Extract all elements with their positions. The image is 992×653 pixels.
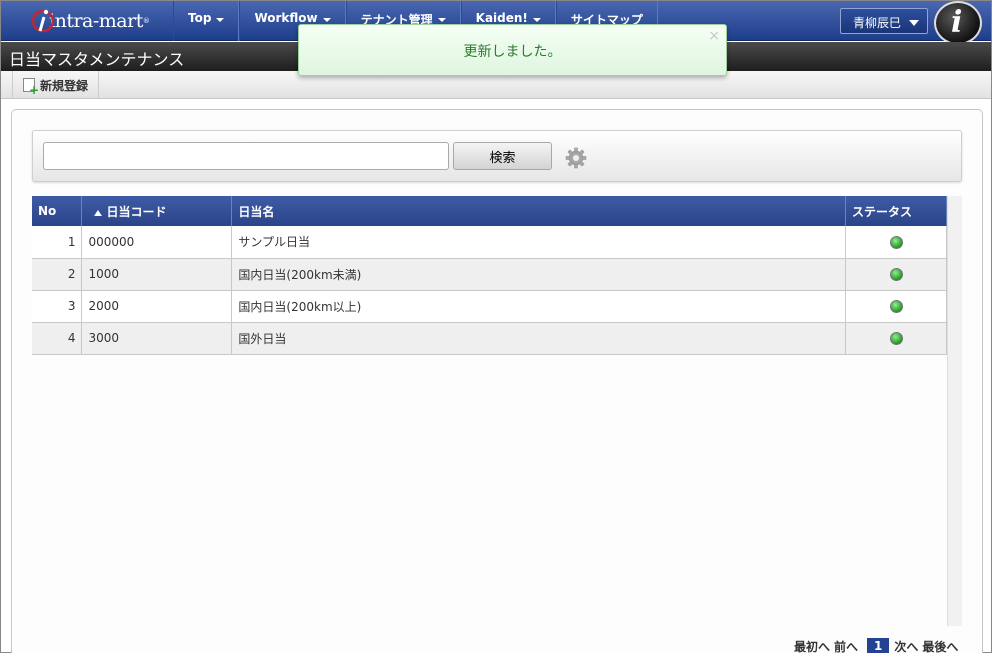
new-registration-label: 新規登録 <box>40 79 89 93</box>
status-active-icon <box>889 300 903 313</box>
row-status <box>845 322 947 355</box>
pager-next[interactable]: 次へ <box>894 638 918 653</box>
nav-top-label: Top <box>188 11 212 25</box>
pagination: 最初へ 前へ 1 次へ 最後へ <box>794 637 962 653</box>
status-active-icon <box>889 268 903 281</box>
new-document-icon <box>23 78 39 97</box>
toast-message: 更新しました。 <box>463 44 562 60</box>
logo-registered-mark: ® <box>142 17 150 25</box>
table-row[interactable]: 2 1000 国内日当(200km未満) <box>32 258 947 291</box>
row-no: 2 <box>32 258 83 291</box>
status-active-icon <box>889 235 903 249</box>
row-code: 3000 <box>81 322 233 355</box>
column-header-no[interactable]: No <box>32 196 83 226</box>
nav-workflow-label: Workflow <box>254 11 318 25</box>
table-row[interactable]: 3 2000 国内日当(200km以上) <box>32 290 947 323</box>
info-icon[interactable]: i <box>934 1 982 45</box>
sort-ascending-icon <box>94 209 103 216</box>
row-no: 1 <box>32 226 83 259</box>
search-input[interactable] <box>43 142 449 170</box>
column-header-code[interactable]: 日当コード <box>81 196 233 226</box>
pager-current-page[interactable]: 1 <box>867 638 890 653</box>
info-icon-letter: i <box>951 5 963 40</box>
row-code: 2000 <box>81 290 233 323</box>
user-name: 青柳辰巳 <box>853 16 902 30</box>
logo-i-icon <box>31 9 55 33</box>
column-header-code-label: 日当コード <box>106 204 167 219</box>
table-vertical-scrollbar[interactable] <box>947 196 962 626</box>
row-code: 000000 <box>81 226 233 259</box>
row-status <box>845 226 947 259</box>
chevron-down-icon <box>437 18 446 22</box>
table-row[interactable]: 4 3000 国外日当 <box>32 322 947 355</box>
row-status <box>845 290 947 323</box>
search-button[interactable]: 検索 <box>453 142 552 170</box>
table-header-row: No 日当コード 日当名 ステータス <box>32 196 947 226</box>
chevron-down-icon <box>322 18 331 22</box>
gear-icon[interactable] <box>565 147 587 169</box>
pager-prev[interactable]: 前へ <box>834 638 858 653</box>
content-panel <box>11 109 983 653</box>
pager-last[interactable]: 最後へ <box>922 638 958 653</box>
success-toast: 更新しました。 × <box>298 24 727 76</box>
column-header-status[interactable]: ステータス <box>845 196 947 226</box>
close-icon[interactable]: × <box>708 28 720 44</box>
row-code: 1000 <box>81 258 233 291</box>
search-bar: 検索 <box>32 130 962 182</box>
nav-kaiden-label: Kaiden! <box>475 11 528 25</box>
new-registration-button[interactable]: 新規登録 <box>12 71 100 98</box>
chevron-down-icon <box>216 18 225 22</box>
chevron-down-icon <box>909 20 919 26</box>
chevron-down-icon <box>532 18 541 22</box>
status-active-icon <box>889 332 903 345</box>
pager-first[interactable]: 最初へ <box>794 638 830 653</box>
row-name: サンプル日当 <box>231 226 847 259</box>
row-no: 4 <box>32 322 83 355</box>
row-name: 国内日当(200km未満) <box>231 258 847 291</box>
row-name: 国内日当(200km以上) <box>231 290 847 323</box>
daily-allowance-table: No 日当コード 日当名 ステータス 1 000000 サンプル日当 2 100… <box>32 196 947 355</box>
column-header-name[interactable]: 日当名 <box>231 196 847 226</box>
row-name: 国外日当 <box>231 322 847 355</box>
row-status <box>845 258 947 291</box>
table-row[interactable]: 1 000000 サンプル日当 <box>32 226 947 259</box>
user-menu-button[interactable]: 青柳辰巳 <box>840 8 928 34</box>
nav-top[interactable]: Top <box>173 1 240 41</box>
logo-text: intra-mart <box>49 10 143 32</box>
intra-mart-logo[interactable]: intra-mart ® <box>31 7 150 35</box>
row-no: 3 <box>32 290 83 323</box>
